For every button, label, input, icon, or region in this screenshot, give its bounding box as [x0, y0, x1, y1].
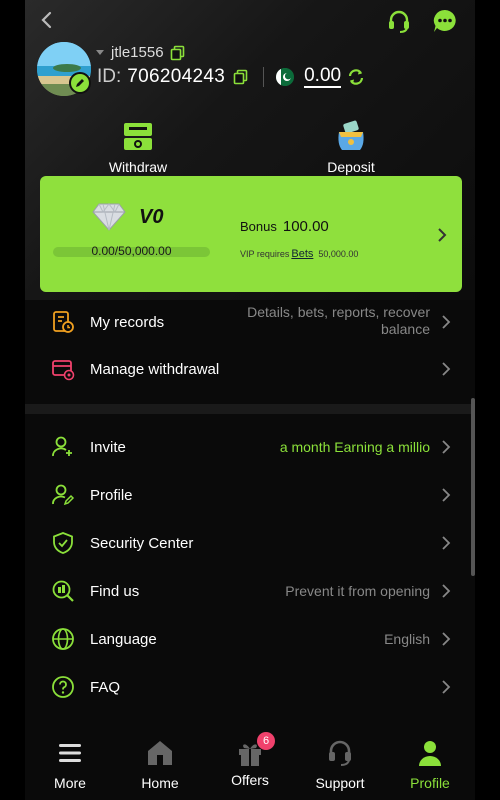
tab-label: Home — [141, 775, 179, 791]
tab-label: Profile — [410, 775, 450, 791]
menu-value: a month Earning a millio — [279, 439, 430, 455]
menu-row-manage-withdrawal[interactable]: Manage withdrawal — [25, 345, 475, 393]
bottom-tab-bar: More Home 6 Offers Support Profile — [25, 730, 475, 800]
id-row: ID: 706204243 0.00 — [97, 66, 365, 88]
menu-value-line1: Details, bets, reports, recover — [247, 304, 430, 320]
chevron-right-icon — [442, 632, 451, 646]
menu-value: English — [384, 631, 430, 647]
menu-row-language[interactable]: Language English — [25, 615, 475, 663]
balance-amount[interactable]: 0.00 — [304, 66, 342, 88]
menu-label: FAQ — [90, 678, 121, 696]
withdraw-button[interactable]: Withdraw — [78, 120, 198, 175]
vip-requires-value: 50,000.00 — [318, 249, 359, 259]
id-label: ID: — [97, 66, 122, 87]
chevron-right-icon — [442, 440, 451, 454]
tab-label: More — [54, 775, 86, 791]
vip-level: V0 — [139, 206, 164, 228]
currency-flag-icon — [276, 68, 295, 86]
refresh-balance-icon[interactable] — [347, 68, 365, 86]
chevron-right-icon — [442, 584, 451, 598]
bets-link[interactable]: Bets — [291, 248, 313, 260]
menu-value: Details, bets, reports, recover balance — [247, 304, 430, 338]
menu-label: My records — [90, 313, 165, 331]
offers-count-badge: 6 — [257, 732, 275, 750]
profile-edit-icon — [52, 484, 75, 506]
bonus-value: 100.00 — [282, 218, 329, 235]
caret-down-icon[interactable] — [95, 49, 105, 57]
profile-screen: jtle1556 ID: 706204243 0.00 Withdraw Dep… — [25, 0, 475, 800]
menu-label: Invite — [90, 438, 126, 456]
section-divider — [25, 404, 475, 414]
withdraw-icon — [124, 123, 152, 150]
gift-icon-wrap: 6 — [235, 732, 275, 768]
vip-card[interactable]: V0 0.00/50,000.00 Bonus 100.00 VIP requi… — [40, 176, 462, 292]
divider — [263, 67, 265, 87]
menu-label: Find us — [90, 582, 140, 600]
tab-label: Offers — [231, 772, 269, 788]
menu-icon — [59, 744, 81, 762]
globe-icon — [52, 628, 74, 650]
menu-row-profile[interactable]: Profile — [25, 471, 475, 519]
headset-icon — [329, 740, 351, 766]
tab-profile[interactable]: Profile — [385, 738, 475, 791]
chevron-right-icon — [442, 680, 451, 694]
menu-label: Manage withdrawal — [90, 360, 220, 378]
menu-label: Security Center — [90, 534, 194, 552]
tab-label: Support — [315, 775, 365, 791]
chevron-right-icon — [442, 362, 451, 376]
menu-row-faq[interactable]: FAQ — [25, 663, 475, 711]
invite-user-icon — [52, 436, 72, 457]
chevron-right-icon[interactable] — [436, 226, 448, 244]
bonus-label: Bonus — [240, 219, 277, 234]
menu-label: Language — [90, 630, 157, 648]
username-row: jtle1556 — [95, 44, 186, 61]
menu-row-security-center[interactable]: Security Center — [25, 519, 475, 567]
withdraw-label: Withdraw — [108, 159, 168, 175]
tab-more[interactable]: More — [25, 738, 115, 791]
search-building-icon — [52, 580, 74, 602]
top-bar — [25, 0, 475, 40]
chat-bubble-icon[interactable] — [432, 8, 458, 34]
tab-support[interactable]: Support — [295, 738, 385, 791]
menu-value: Prevent it from opening — [285, 583, 430, 599]
deposit-label: Deposit — [327, 159, 375, 175]
menu-row-my-records[interactable]: My records Details, bets, reports, recov… — [25, 298, 475, 346]
menu-value-line2: balance — [380, 321, 430, 337]
home-icon — [148, 741, 172, 765]
menu-label: Profile — [90, 486, 133, 504]
chevron-right-icon — [442, 536, 451, 550]
copy-username-icon[interactable] — [170, 45, 186, 61]
tab-home[interactable]: Home — [115, 738, 205, 791]
user-id: 706204243 — [127, 66, 226, 87]
edit-avatar-icon[interactable] — [69, 72, 91, 94]
menu-row-find-us[interactable]: Find us Prevent it from opening — [25, 567, 475, 615]
copy-id-icon[interactable] — [233, 69, 249, 85]
chevron-right-icon — [442, 315, 451, 329]
vip-requirement: VIP requires Bets 50,000.00 — [240, 248, 358, 260]
back-arrow-icon[interactable] — [35, 8, 59, 32]
shield-check-icon — [53, 532, 73, 554]
deposit-button[interactable]: Deposit — [291, 120, 411, 175]
headset-support-icon[interactable] — [386, 8, 412, 34]
menu-row-invite[interactable]: Invite a month Earning a millio — [25, 423, 475, 471]
withdrawal-card-icon — [52, 360, 75, 381]
user-icon — [419, 741, 441, 766]
bonus-row: Bonus 100.00 — [240, 218, 329, 235]
username: jtle1556 — [111, 44, 164, 61]
deposit-wallet-icon — [338, 120, 364, 150]
chevron-right-icon — [442, 488, 451, 502]
records-icon — [53, 311, 74, 333]
vip-requires-label: VIP requires — [240, 249, 290, 259]
diamond-icon — [92, 203, 126, 231]
question-icon — [52, 676, 74, 698]
vip-progress-text: 0.00/50,000.00 — [91, 244, 172, 258]
tab-offers[interactable]: 6 Offers — [205, 732, 295, 788]
